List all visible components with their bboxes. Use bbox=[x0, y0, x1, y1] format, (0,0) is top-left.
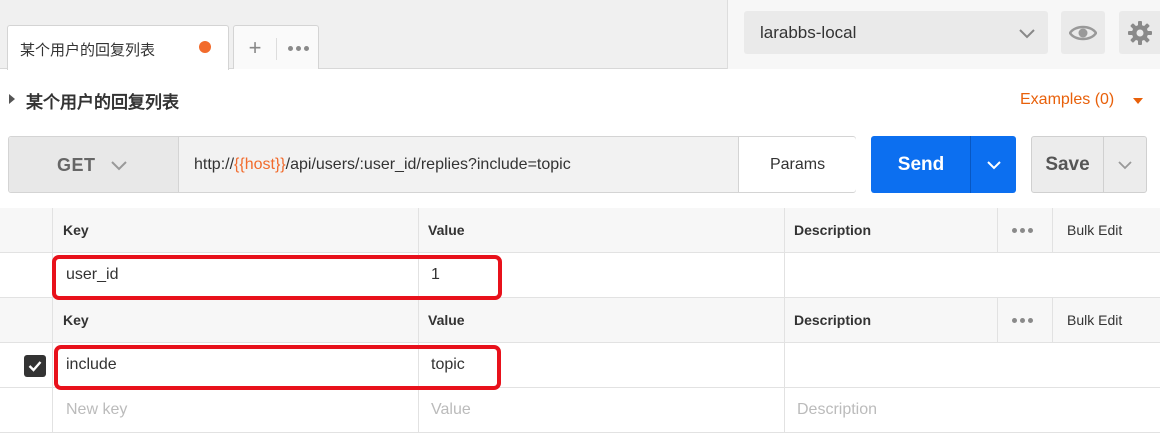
new-key-input[interactable]: New key bbox=[66, 388, 127, 432]
unsaved-changes-dot-icon[interactable] bbox=[199, 41, 211, 53]
url-variable: {{host}} bbox=[234, 156, 286, 173]
send-options-button[interactable] bbox=[971, 136, 1016, 193]
url-input[interactable]: http://{{host}}/api/users/:user_id/repli… bbox=[194, 156, 571, 174]
url-prefix: http:// bbox=[194, 156, 235, 173]
new-description-input[interactable]: Description bbox=[797, 388, 877, 432]
column-header-key: Key bbox=[63, 222, 89, 238]
checkmark-icon bbox=[28, 361, 42, 372]
chevron-down-icon bbox=[111, 161, 127, 171]
url-bar: GET http://{{host}}/api/users/:user_id/r… bbox=[8, 136, 856, 193]
examples-dropdown[interactable]: Examples (0) bbox=[1020, 91, 1114, 109]
column-header-value: Value bbox=[428, 222, 465, 238]
tab-actions: + bbox=[233, 25, 319, 69]
method-label: GET bbox=[57, 155, 96, 175]
environment-selected-value: larabbs-local bbox=[760, 23, 857, 42]
params-button[interactable]: Params bbox=[738, 137, 856, 192]
plus-icon: + bbox=[248, 35, 262, 60]
request-tab-label: 某个用户的回复列表 bbox=[20, 41, 156, 59]
save-button[interactable]: Save bbox=[1032, 137, 1103, 192]
new-value-input[interactable]: Value bbox=[431, 388, 471, 432]
column-options-button[interactable] bbox=[1012, 298, 1033, 342]
send-button-group: Send bbox=[871, 136, 1016, 193]
send-button[interactable]: Send bbox=[871, 136, 971, 193]
request-name-row: 某个用户的回复列表 Examples (0) bbox=[0, 70, 1160, 128]
query-params-header-row: Key Value Description Bulk Edit bbox=[0, 298, 1160, 343]
more-horizontal-icon bbox=[1012, 227, 1033, 233]
path-variables-header-row: Key Value Description Bulk Edit bbox=[0, 208, 1160, 253]
manage-environments-button[interactable] bbox=[1119, 11, 1160, 54]
url-path: /api/users/:user_id/replies?include=topi… bbox=[285, 156, 571, 173]
chevron-down-icon bbox=[1118, 160, 1132, 169]
environment-select[interactable]: larabbs-local bbox=[744, 11, 1048, 54]
column-options-button[interactable] bbox=[1012, 208, 1033, 252]
method-select[interactable]: GET bbox=[9, 137, 179, 192]
environment-area: larabbs-local bbox=[727, 0, 1160, 69]
save-button-group: Save bbox=[1031, 136, 1147, 193]
column-header-key: Key bbox=[63, 312, 89, 328]
gear-icon bbox=[1128, 20, 1152, 45]
param-enabled-checkbox[interactable] bbox=[24, 355, 46, 377]
environment-quick-look-button[interactable] bbox=[1061, 11, 1105, 54]
caret-down-icon[interactable] bbox=[1133, 98, 1143, 104]
tab-bar: 某个用户的回复列表 + larabbs-local bbox=[0, 0, 1160, 70]
more-horizontal-icon bbox=[287, 45, 309, 51]
annotation-highlight-box bbox=[54, 345, 501, 390]
column-header-value: Value bbox=[428, 312, 465, 328]
column-header-description: Description bbox=[794, 312, 872, 328]
tab-options-button[interactable] bbox=[277, 26, 319, 70]
chevron-down-icon bbox=[1019, 29, 1035, 39]
params-table: Key Value Description Bulk Edit user_id … bbox=[0, 208, 1160, 441]
new-param-row: New key Value Description bbox=[0, 388, 1160, 433]
eye-icon bbox=[1069, 25, 1097, 40]
request-tab[interactable]: 某个用户的回复列表 bbox=[7, 25, 229, 70]
save-options-button[interactable] bbox=[1104, 137, 1146, 192]
annotation-highlight-box bbox=[52, 255, 502, 300]
bulk-edit-link[interactable]: Bulk Edit bbox=[1067, 298, 1122, 342]
request-name[interactable]: 某个用户的回复列表 bbox=[26, 88, 179, 113]
bulk-edit-link[interactable]: Bulk Edit bbox=[1067, 208, 1122, 252]
column-header-description: Description bbox=[794, 222, 872, 238]
more-horizontal-icon bbox=[1012, 317, 1033, 323]
expand-caret-icon[interactable] bbox=[9, 94, 15, 104]
chevron-down-icon bbox=[986, 160, 1001, 169]
new-tab-button[interactable]: + bbox=[234, 26, 276, 70]
